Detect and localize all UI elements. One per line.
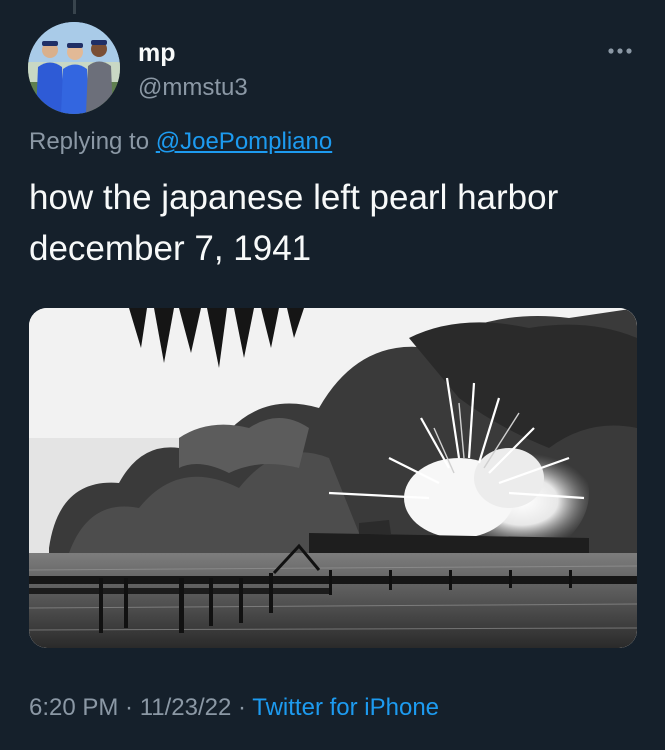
meta-separator: · [231, 694, 253, 721]
replying-to-mention-link[interactable]: @JoePompliano [156, 128, 332, 155]
user-display-name[interactable]: mp [138, 38, 176, 68]
tweet-source-link[interactable]: Twitter for iPhone [252, 694, 439, 721]
tweet-metadata: 6:20 PM · 11/23/22 · Twitter for iPhone [29, 692, 439, 724]
replying-to-label: Replying to [29, 128, 150, 155]
replying-to-line: Replying to @JoePompliano [29, 126, 332, 158]
tweet-media-photo[interactable] [29, 308, 637, 648]
more-options-button[interactable] [600, 36, 640, 66]
tweet-text: how the japanese left pearl harbor decem… [29, 172, 639, 274]
tweet-detail: mp @mmstu3 Replying to @JoePompliano how… [0, 0, 665, 750]
thread-connector-line [73, 0, 76, 14]
avatar-photo [28, 22, 120, 114]
tweet-text-line-2: december 7, 1941 [29, 229, 312, 268]
avatar[interactable] [28, 22, 120, 114]
tweet-time[interactable]: 6:20 PM [29, 694, 118, 721]
tweet-date[interactable]: 11/23/22 [140, 694, 232, 721]
more-horizontal-icon [608, 48, 632, 54]
user-handle[interactable]: @mmstu3 [138, 73, 248, 103]
tweet-text-line-1: how the japanese left pearl harbor [29, 178, 559, 217]
meta-separator: · [118, 694, 140, 721]
pearl-harbor-explosion-photo [29, 308, 637, 648]
